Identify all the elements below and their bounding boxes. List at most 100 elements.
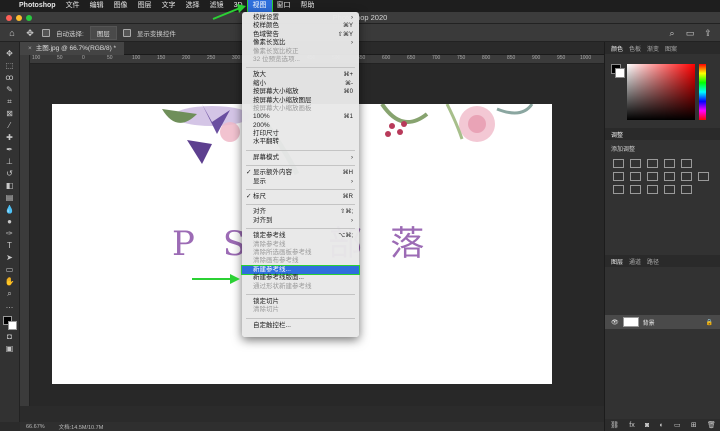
fx-icon[interactable]: fx — [629, 422, 634, 429]
tab-gradients[interactable]: 渐变 — [647, 44, 659, 53]
menu-image[interactable]: 图像 — [109, 0, 133, 12]
tab-channels[interactable]: 通道 — [629, 257, 641, 266]
tab-layers[interactable]: 图层 — [611, 257, 623, 266]
menu-window[interactable]: 窗口 — [272, 0, 296, 12]
eyedropper-tool-icon[interactable]: ⁄ — [3, 120, 17, 131]
marquee-tool-icon[interactable]: ⬚ — [3, 60, 17, 71]
hue-saturation-icon[interactable] — [613, 172, 624, 181]
view-menu-item[interactable]: 200% — [242, 122, 359, 130]
vibrance-icon[interactable] — [681, 159, 692, 168]
move-tool-icon[interactable]: ✥ — [24, 27, 36, 39]
adjustment-layer-icon[interactable]: ◐ — [659, 422, 663, 429]
view-menu-item[interactable]: 对齐 ⇧⌘; — [242, 208, 359, 216]
pen-tool-icon[interactable]: ✑ — [3, 228, 17, 239]
clone-stamp-icon[interactable]: ⊥ — [3, 156, 17, 167]
vertical-ruler[interactable] — [20, 55, 30, 406]
more-tools-icon[interactable]: … — [3, 300, 17, 311]
show-transform-checkbox[interactable] — [122, 28, 131, 37]
tab-paths[interactable]: 路径 — [647, 257, 659, 266]
menu-photoshop[interactable]: Photoshop — [14, 0, 61, 12]
menu-layer[interactable]: 图层 — [133, 0, 157, 12]
color-picker[interactable] — [605, 54, 720, 128]
zoom-level[interactable]: 66.67% — [26, 424, 45, 430]
photo-filter-icon[interactable] — [664, 172, 675, 181]
color-field[interactable] — [627, 64, 695, 120]
color-swatches[interactable] — [2, 316, 17, 330]
view-menu-item[interactable]: 锁定参考线 ⌥⌘; — [242, 232, 359, 240]
minimize-window-button[interactable] — [16, 15, 22, 21]
eraser-tool-icon[interactable]: ◧ — [3, 180, 17, 191]
dodge-tool-icon[interactable]: ● — [3, 216, 17, 227]
history-brush-icon[interactable]: ↺ — [3, 168, 17, 179]
eye-icon[interactable]: 👁 — [611, 319, 619, 326]
brightness-icon[interactable] — [613, 159, 624, 168]
trash-icon[interactable]: 🗑 — [707, 421, 716, 429]
workspace-icon[interactable]: ▭ — [684, 27, 696, 39]
blur-tool-icon[interactable]: 💧 — [3, 204, 17, 215]
lock-icon[interactable]: 🔒 — [706, 319, 713, 326]
document-tab[interactable]: × 主图.jpg @ 66.7%(RGB/8) * — [20, 42, 125, 55]
menu-edit[interactable]: 编辑 — [85, 0, 109, 12]
close-window-button[interactable] — [6, 15, 12, 21]
selective-color-icon[interactable] — [681, 185, 692, 194]
view-menu-item[interactable]: 自定触控栏... — [242, 322, 359, 330]
menu-view[interactable]: 视图 — [246, 0, 273, 13]
frame-tool-icon[interactable]: ⊠ — [3, 108, 17, 119]
view-menu-item[interactable]: ✓ 标尺 ⌘R — [242, 193, 359, 201]
move-tool-icon[interactable]: ✥ — [3, 48, 17, 59]
path-select-tool-icon[interactable]: ➤ — [3, 252, 17, 263]
lasso-tool-icon[interactable]: ꝏ — [3, 72, 17, 83]
background-color-swatch[interactable] — [7, 321, 17, 330]
menu-file[interactable]: 文件 — [61, 0, 85, 12]
view-menu-item[interactable]: ✓ 显示额外内容 ⌘H — [242, 169, 359, 177]
color-lookup-icon[interactable] — [698, 172, 709, 181]
menu-type[interactable]: 文字 — [157, 0, 181, 12]
healing-brush-icon[interactable]: ✚ — [3, 132, 17, 143]
tab-swatches[interactable]: 色板 — [629, 44, 641, 53]
close-tab-icon[interactable]: × — [28, 45, 32, 52]
auto-select-checkbox[interactable] — [42, 28, 50, 37]
view-menu-item[interactable]: 放大 ⌘+ — [242, 71, 359, 79]
shape-tool-icon[interactable]: ▭ — [3, 264, 17, 275]
invert-icon[interactable] — [613, 185, 624, 194]
view-menu-item[interactable]: 新建参考线版面... — [242, 274, 359, 282]
zoom-window-button[interactable] — [26, 15, 32, 21]
tab-adjustments[interactable]: 调整 — [611, 130, 623, 139]
new-layer-icon[interactable]: ⊞ — [691, 421, 697, 429]
color-balance-icon[interactable] — [630, 172, 641, 181]
auto-select-dropdown[interactable]: 图层 — [89, 25, 117, 40]
threshold-icon[interactable] — [647, 185, 658, 194]
brush-tool-icon[interactable]: ✒ — [3, 144, 17, 155]
view-menu-item[interactable]: 像素长宽比 › — [242, 39, 359, 47]
gradient-tool-icon[interactable]: ▤ — [3, 192, 17, 203]
crop-tool-icon[interactable]: ⌗ — [3, 96, 17, 107]
exposure-icon[interactable] — [664, 159, 675, 168]
tab-patterns[interactable]: 图案 — [665, 44, 677, 53]
view-menu-item[interactable]: 新建参考线... — [241, 264, 360, 276]
folder-icon[interactable]: ▭ — [674, 421, 681, 429]
view-menu-item[interactable]: 对齐到 › — [242, 217, 359, 225]
hand-tool-icon[interactable]: ✋ — [3, 276, 17, 287]
view-menu-item[interactable]: 屏幕模式 › — [242, 154, 359, 162]
view-menu-item[interactable]: 校样颜色 ⌘Y — [242, 22, 359, 30]
mask-icon[interactable]: ◙ — [645, 422, 649, 429]
home-icon[interactable]: ⌂ — [6, 27, 18, 39]
link-icon[interactable]: ⛓ — [610, 421, 619, 429]
quick-mask-icon[interactable]: ◘ — [3, 331, 17, 342]
screen-mode-icon[interactable]: ▣ — [3, 343, 17, 354]
channel-mixer-icon[interactable] — [681, 172, 692, 181]
view-menu-item[interactable]: 按屏幕大小缩放图层 — [242, 97, 359, 105]
hue-slider[interactable] — [699, 64, 706, 120]
layer-row[interactable]: 👁 背景 🔒 — [605, 315, 720, 329]
quick-select-tool-icon[interactable]: ✎ — [3, 84, 17, 95]
search-icon[interactable]: ⌕ — [666, 27, 678, 39]
share-icon[interactable]: ⇪ — [702, 27, 714, 39]
view-menu-item[interactable]: 缩小 ⌘- — [242, 80, 359, 88]
menu-select[interactable]: 选择 — [181, 0, 205, 12]
gradient-map-icon[interactable] — [664, 185, 675, 194]
type-tool-icon[interactable]: T — [3, 240, 17, 251]
posterize-icon[interactable] — [630, 185, 641, 194]
view-menu-item[interactable]: 显示 › — [242, 178, 359, 186]
zoom-tool-icon[interactable]: ⌕ — [3, 288, 17, 299]
view-menu-item[interactable]: 按屏幕大小缩放 ⌘0 — [242, 88, 359, 96]
